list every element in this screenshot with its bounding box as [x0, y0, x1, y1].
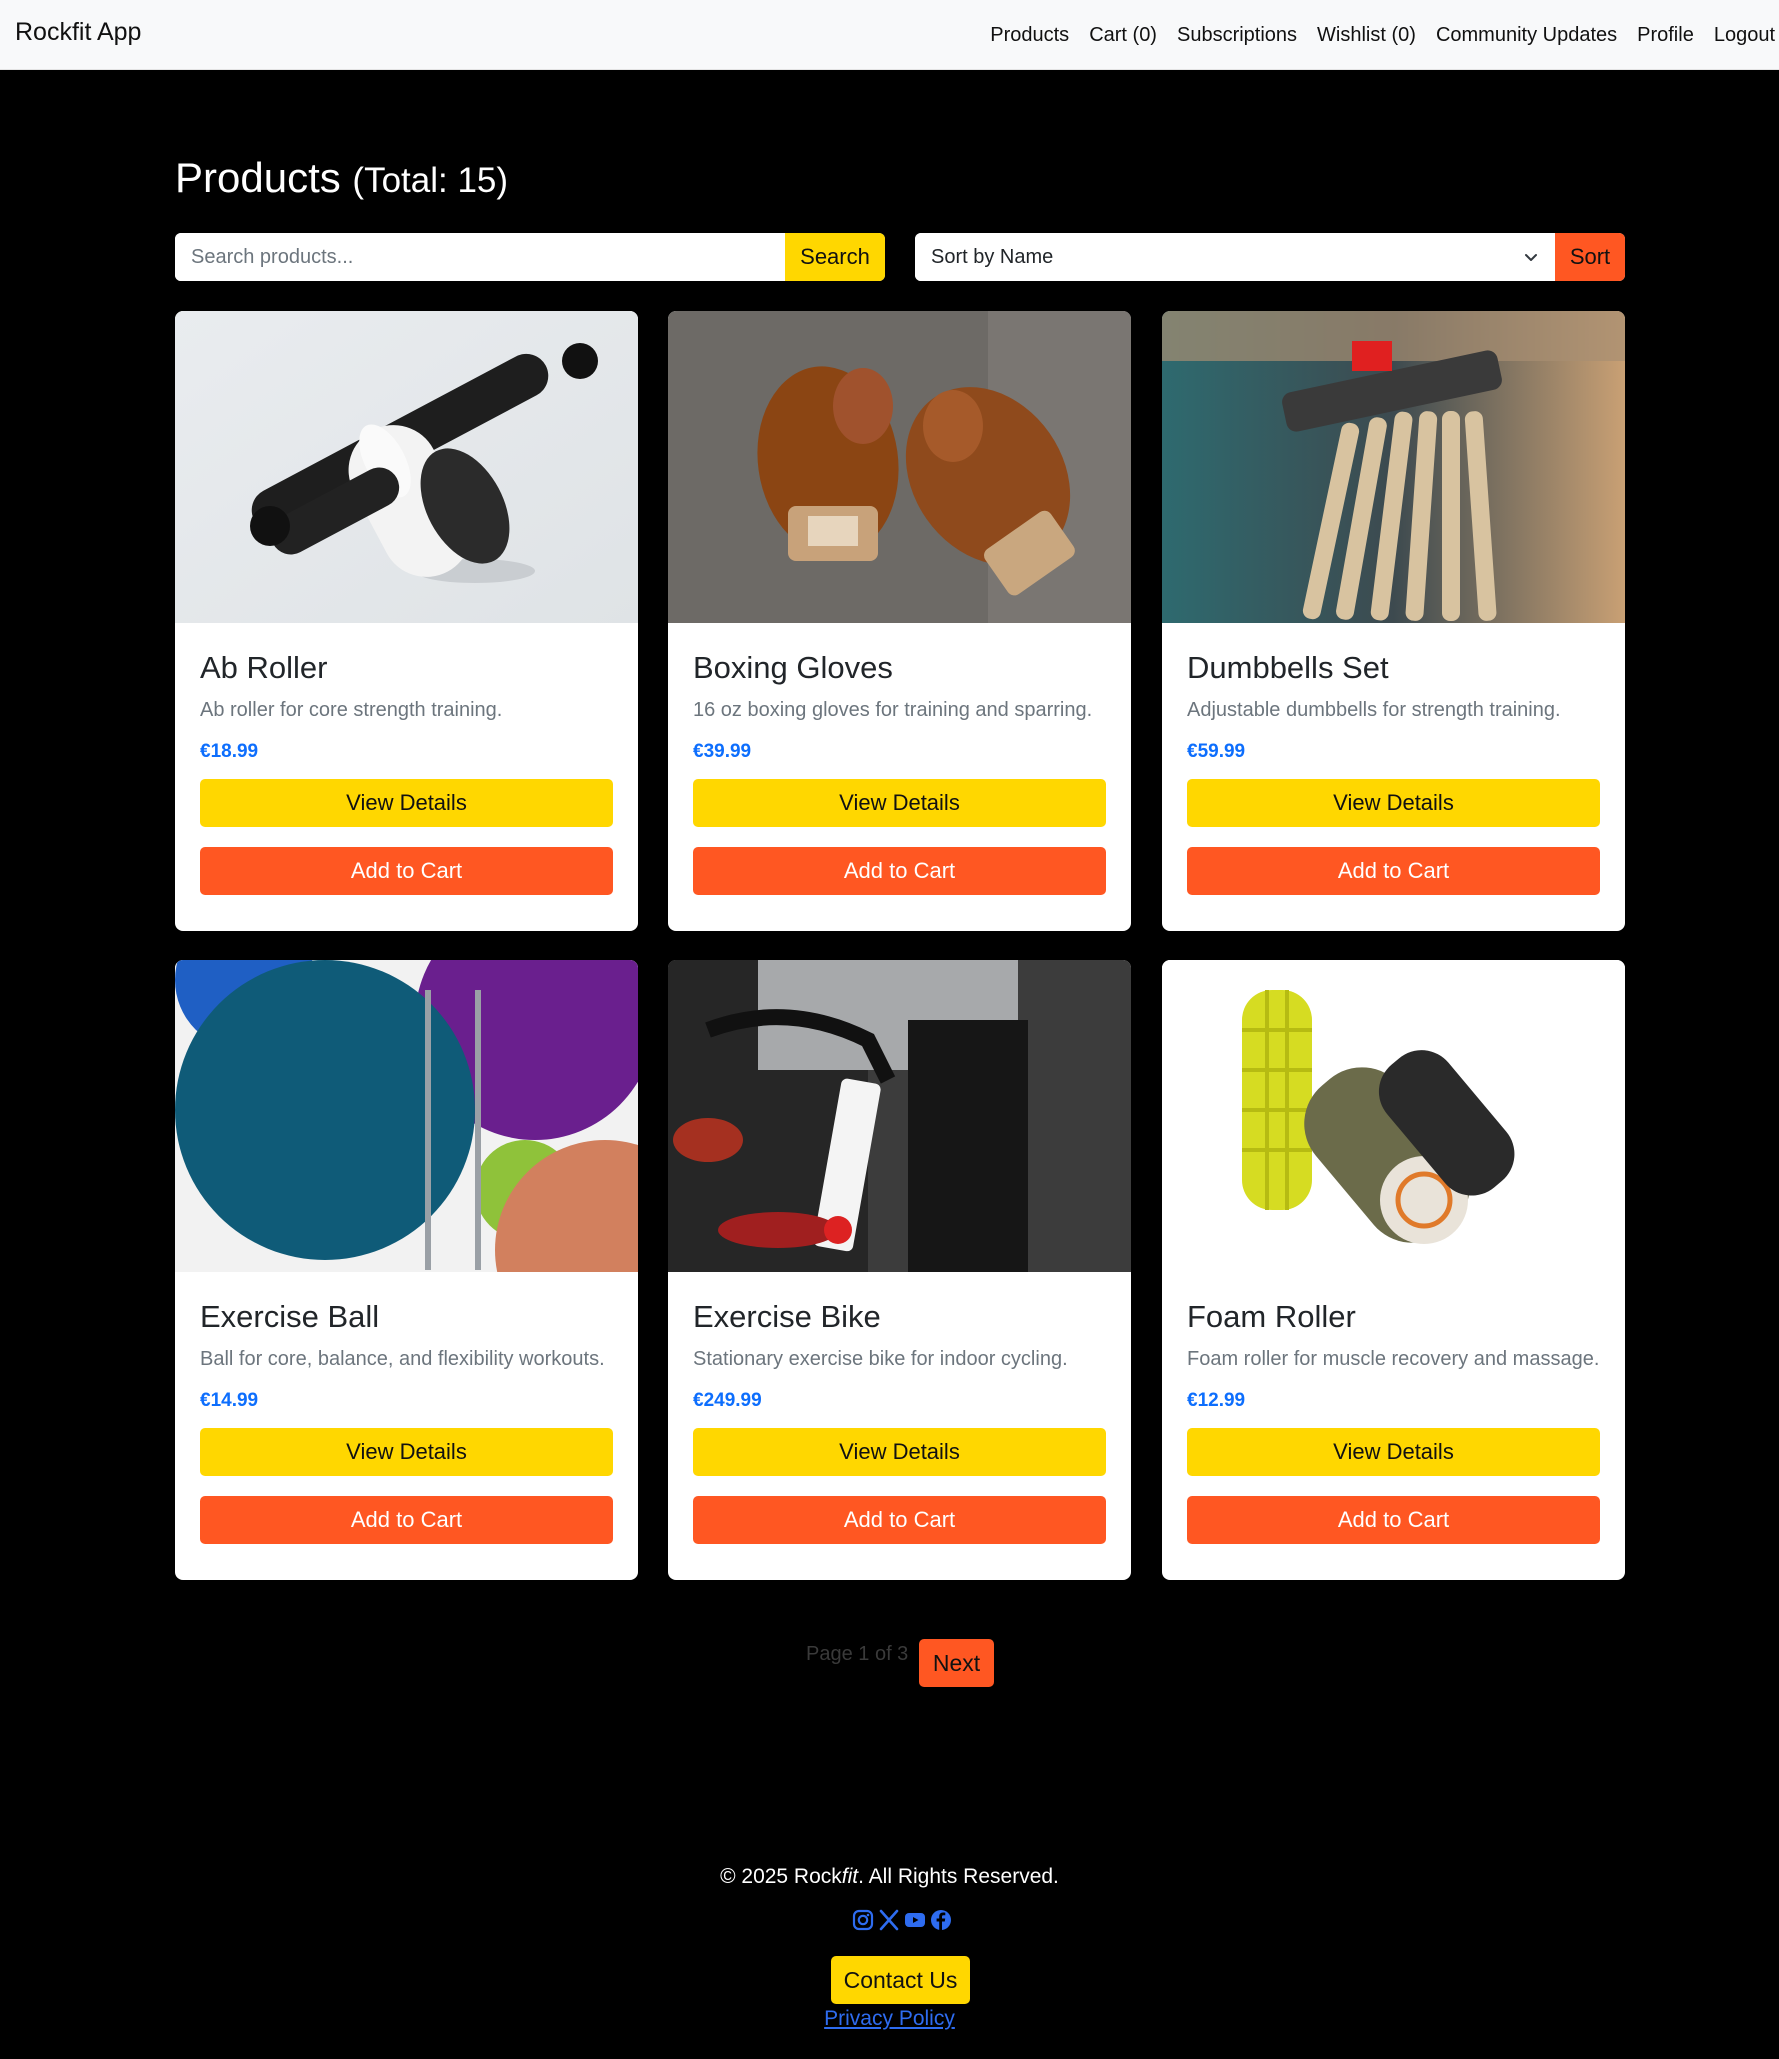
privacy-policy-link[interactable]: Privacy Policy — [824, 2007, 955, 2030]
nav-link-logout[interactable]: Logout — [1714, 24, 1775, 47]
privacy-row: Privacy Policy — [0, 2007, 1779, 2031]
footer-copyright: © 2025 Rockfit. All Rights Reserved. — [0, 1865, 1779, 1889]
add-to-cart-button[interactable]: Add to Cart — [693, 847, 1106, 895]
boxing-gloves-image — [668, 311, 1131, 623]
page-title-text: Products — [175, 154, 341, 201]
product-description: Foam roller for muscle recovery and mass… — [1187, 1348, 1600, 1370]
product-name: Dumbbells Set — [1187, 650, 1389, 685]
product-description: 16 oz boxing gloves for training and spa… — [693, 699, 1093, 721]
product-name: Exercise Bike — [693, 1299, 881, 1334]
next-page-button[interactable]: Next — [919, 1639, 994, 1687]
product-price: €59.99 — [1187, 741, 1246, 762]
youtube-icon[interactable] — [904, 1909, 926, 1931]
product-total: (Total: 15) — [352, 161, 509, 200]
nav-link-cart[interactable]: Cart (0) — [1089, 24, 1157, 47]
add-to-cart-button[interactable]: Add to Cart — [1187, 1496, 1600, 1544]
product-card: Foam Roller Foam roller for muscle recov… — [1162, 960, 1625, 1580]
view-details-button[interactable]: View Details — [200, 1428, 613, 1476]
product-card: Ab Roller Ab roller for core strength tr… — [175, 311, 638, 931]
view-details-button[interactable]: View Details — [1187, 779, 1600, 827]
product-card: Dumbbells Set Adjustable dumbbells for s… — [1162, 311, 1625, 931]
view-details-button[interactable]: View Details — [693, 779, 1106, 827]
product-description: Stationary exercise bike for indoor cycl… — [693, 1348, 1068, 1370]
add-to-cart-button[interactable]: Add to Cart — [693, 1496, 1106, 1544]
add-to-cart-button[interactable]: Add to Cart — [200, 847, 613, 895]
product-card: Exercise Ball Ball for core, balance, an… — [175, 960, 638, 1580]
search-button[interactable]: Search — [785, 233, 885, 281]
product-price: €12.99 — [1187, 1390, 1246, 1411]
nav-link-products[interactable]: Products — [990, 24, 1069, 47]
sort-button[interactable]: Sort — [1555, 233, 1625, 281]
product-card: Exercise Bike Stationary exercise bike f… — [668, 960, 1131, 1580]
social-links — [852, 1909, 952, 1931]
contact-us-button[interactable]: Contact Us — [831, 1956, 970, 2004]
nav-link-wishlist[interactable]: Wishlist (0) — [1317, 24, 1416, 47]
nav-link-community-updates[interactable]: Community Updates — [1436, 24, 1617, 47]
page-title: Products (Total: 15) — [175, 154, 508, 202]
copyright-suffix: . All Rights Reserved. — [858, 1865, 1059, 1888]
product-description: Ball for core, balance, and flexibility … — [200, 1348, 605, 1370]
product-name: Boxing Gloves — [693, 650, 893, 685]
nav-link-profile[interactable]: Profile — [1637, 24, 1694, 47]
product-price: €249.99 — [693, 1390, 762, 1411]
sort-select[interactable]: Sort by Name — [915, 233, 1555, 281]
ab-roller-image — [175, 311, 638, 623]
navbar: Rockfit App Products Cart (0) Subscripti… — [0, 0, 1779, 70]
pagination-info: Page 1 of 3 — [806, 1643, 909, 1665]
exercise-ball-image — [175, 960, 638, 1272]
add-to-cart-button[interactable]: Add to Cart — [1187, 847, 1600, 895]
product-price: €14.99 — [200, 1390, 259, 1411]
sort-selected-value: Sort by Name — [931, 245, 1054, 268]
view-details-button[interactable]: View Details — [693, 1428, 1106, 1476]
product-description: Adjustable dumbbells for strength traini… — [1187, 699, 1561, 721]
sort-group: Sort by Name Sort — [915, 233, 1625, 281]
brand-link[interactable]: Rockfit App — [15, 18, 141, 47]
nav-links: Products Cart (0) Subscriptions Wishlist… — [990, 0, 1775, 70]
dumbbells-image — [1162, 311, 1625, 623]
product-price: €18.99 — [200, 741, 259, 762]
exercise-bike-image — [668, 960, 1131, 1272]
search-group: Search — [175, 233, 885, 281]
foam-roller-image — [1162, 960, 1625, 1272]
product-name: Exercise Ball — [200, 1299, 380, 1334]
x-icon[interactable] — [878, 1909, 900, 1931]
nav-link-subscriptions[interactable]: Subscriptions — [1177, 24, 1297, 47]
product-price: €39.99 — [693, 741, 752, 762]
copyright-prefix: © 2025 Rock — [720, 1865, 842, 1888]
product-description: Ab roller for core strength training. — [200, 699, 503, 721]
product-card: Boxing Gloves 16 oz boxing gloves for tr… — [668, 311, 1131, 931]
add-to-cart-button[interactable]: Add to Cart — [200, 1496, 613, 1544]
product-name: Ab Roller — [200, 650, 328, 685]
view-details-button[interactable]: View Details — [1187, 1428, 1600, 1476]
chevron-down-icon — [1525, 254, 1537, 261]
view-details-button[interactable]: View Details — [200, 779, 613, 827]
copyright-italic: fit — [841, 1865, 859, 1888]
search-input[interactable] — [175, 233, 785, 281]
facebook-icon[interactable] — [930, 1909, 952, 1931]
product-name: Foam Roller — [1187, 1299, 1356, 1334]
instagram-icon[interactable] — [852, 1909, 874, 1931]
